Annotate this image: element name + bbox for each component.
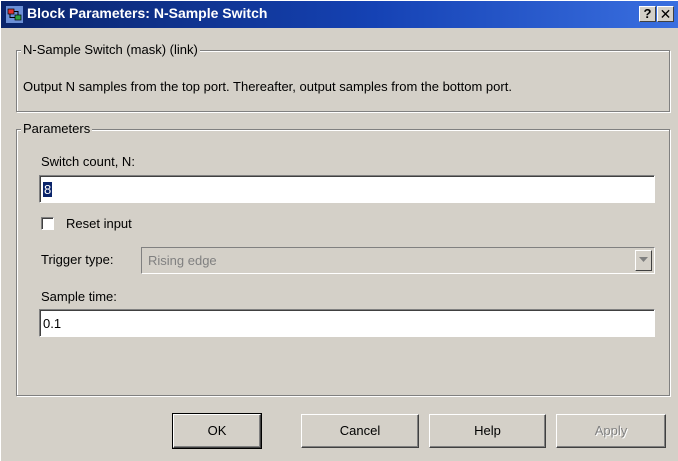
- cancel-button[interactable]: Cancel: [301, 414, 419, 448]
- simulink-block-icon: [6, 6, 23, 23]
- switch-count-input[interactable]: 8: [39, 175, 655, 203]
- apply-button-label: Apply: [594, 423, 628, 438]
- trigger-type-value: Rising edge: [148, 253, 217, 268]
- switch-count-value: 8: [43, 181, 53, 197]
- trigger-type-select[interactable]: Rising edge: [141, 247, 655, 274]
- reset-input-checkbox[interactable]: [41, 217, 54, 230]
- chevron-down-icon: [639, 257, 648, 262]
- block-description: Output N samples from the top port. Ther…: [23, 79, 512, 94]
- switch-count-label: Switch count, N:: [41, 154, 135, 169]
- close-icon: ✕: [659, 6, 672, 22]
- parameters-group-title: Parameters: [21, 121, 93, 136]
- sample-time-input[interactable]: 0.1: [39, 309, 655, 337]
- question-icon: ?: [643, 6, 652, 21]
- reset-input-label[interactable]: Reset input: [66, 216, 132, 231]
- ok-button-label: OK: [207, 423, 227, 438]
- sample-time-label: Sample time:: [41, 289, 117, 304]
- dropdown-arrow-button[interactable]: [635, 250, 652, 271]
- close-button[interactable]: ✕: [657, 6, 674, 22]
- window-title: Block Parameters: N-Sample Switch: [27, 5, 268, 21]
- cancel-button-label: Cancel: [339, 423, 381, 438]
- block-parameters-dialog: Block Parameters: N-Sample Switch ? ✕ N-…: [0, 0, 678, 461]
- title-bar[interactable]: Block Parameters: N-Sample Switch ? ✕: [1, 1, 678, 28]
- help-question-button[interactable]: ?: [639, 6, 656, 22]
- apply-button[interactable]: Apply: [556, 414, 666, 448]
- help-button-label: Help: [474, 423, 501, 438]
- trigger-type-label: Trigger type:: [41, 252, 114, 267]
- help-button[interactable]: Help: [429, 414, 546, 448]
- ok-button[interactable]: OK: [172, 413, 262, 449]
- description-group-title: N-Sample Switch (mask) (link): [21, 42, 200, 57]
- sample-time-value: 0.1: [43, 315, 62, 331]
